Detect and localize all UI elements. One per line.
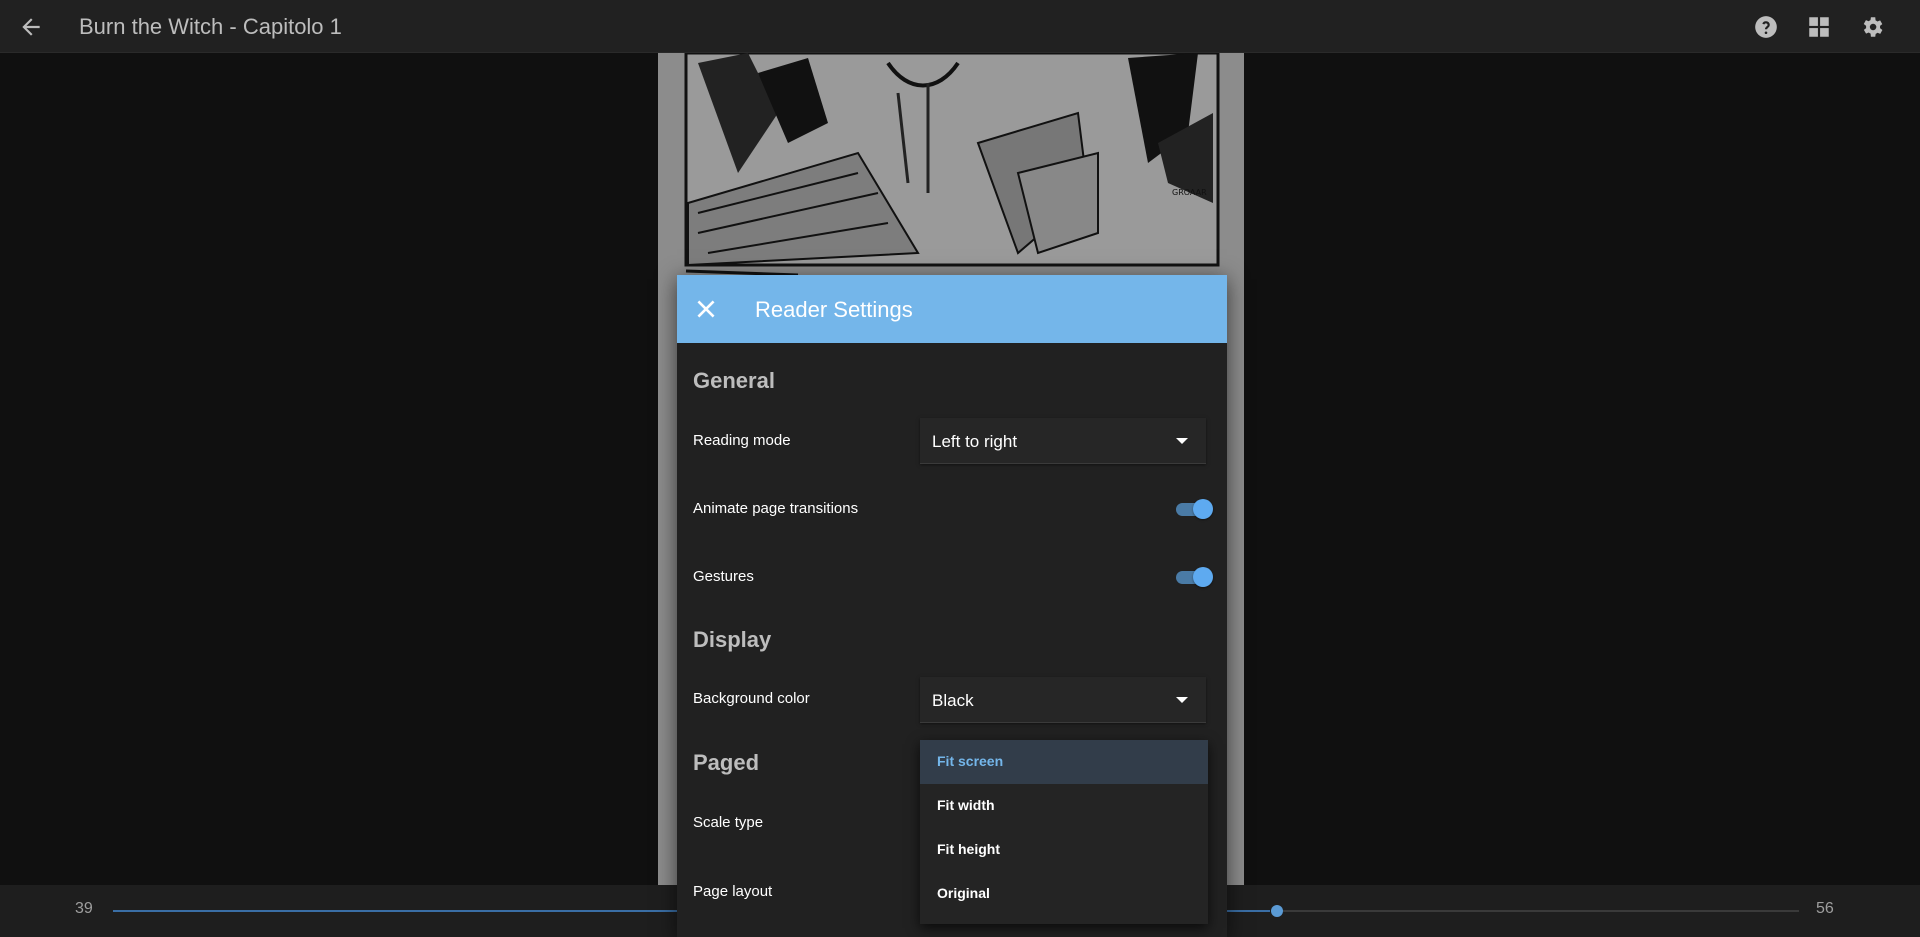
toggle-knob <box>1193 499 1213 519</box>
help-icon[interactable] <box>1753 14 1779 40</box>
page-layout-label: Page layout <box>693 883 773 900</box>
top-app-bar: Burn the Witch - Capitolo 1 <box>0 0 1920 53</box>
reading-mode-select[interactable]: Left to right <box>920 418 1206 464</box>
progress-slider-thumb[interactable] <box>1271 905 1283 917</box>
scale-type-label: Scale type <box>693 814 764 831</box>
animate-transitions-label: Animate page transitions <box>693 500 859 517</box>
close-icon[interactable] <box>693 296 719 322</box>
menu-option-original[interactable]: Original <box>920 872 1208 916</box>
section-display: Display <box>693 627 772 652</box>
arrow-left-icon[interactable] <box>18 14 44 40</box>
menu-option-label: Fit width <box>937 797 995 813</box>
reading-mode-value: Left to right <box>932 432 1018 451</box>
menu-option-fit-width[interactable]: Fit width <box>920 784 1208 828</box>
section-paged: Paged <box>693 750 760 775</box>
grid-icon[interactable] <box>1806 14 1832 40</box>
background-color-select[interactable]: Black <box>920 677 1206 723</box>
menu-option-label: Original <box>937 885 990 901</box>
animate-transitions-toggle[interactable] <box>1174 497 1214 521</box>
menu-option-label: Fit screen <box>937 753 1004 769</box>
background-color-label: Background color <box>693 690 810 707</box>
dialog-header: Reader Settings <box>677 275 1227 343</box>
section-general: General <box>693 368 775 393</box>
current-page-number: 39 <box>75 900 93 917</box>
progress-track-remaining[interactable] <box>1283 910 1799 912</box>
chevron-down-icon <box>1176 438 1188 444</box>
background-color-value: Black <box>932 691 974 710</box>
gear-icon[interactable] <box>1859 14 1885 40</box>
scale-type-menu: Fit screen Fit width Fit height Original <box>920 740 1208 924</box>
menu-option-fit-height[interactable]: Fit height <box>920 828 1208 872</box>
sfx-text: GROAAR <box>1172 188 1207 197</box>
reading-mode-label: Reading mode <box>693 432 791 449</box>
total-pages-number: 56 <box>1816 900 1834 917</box>
toggle-knob <box>1193 567 1213 587</box>
page-title: Burn the Witch - Capitolo 1 <box>79 14 342 39</box>
menu-option-label: Fit height <box>937 841 1000 857</box>
menu-option-fit-screen[interactable]: Fit screen <box>920 740 1208 784</box>
chevron-down-icon <box>1176 697 1188 703</box>
dialog-title: Reader Settings <box>755 297 913 322</box>
gestures-toggle[interactable] <box>1174 565 1214 589</box>
gestures-label: Gestures <box>693 568 754 585</box>
